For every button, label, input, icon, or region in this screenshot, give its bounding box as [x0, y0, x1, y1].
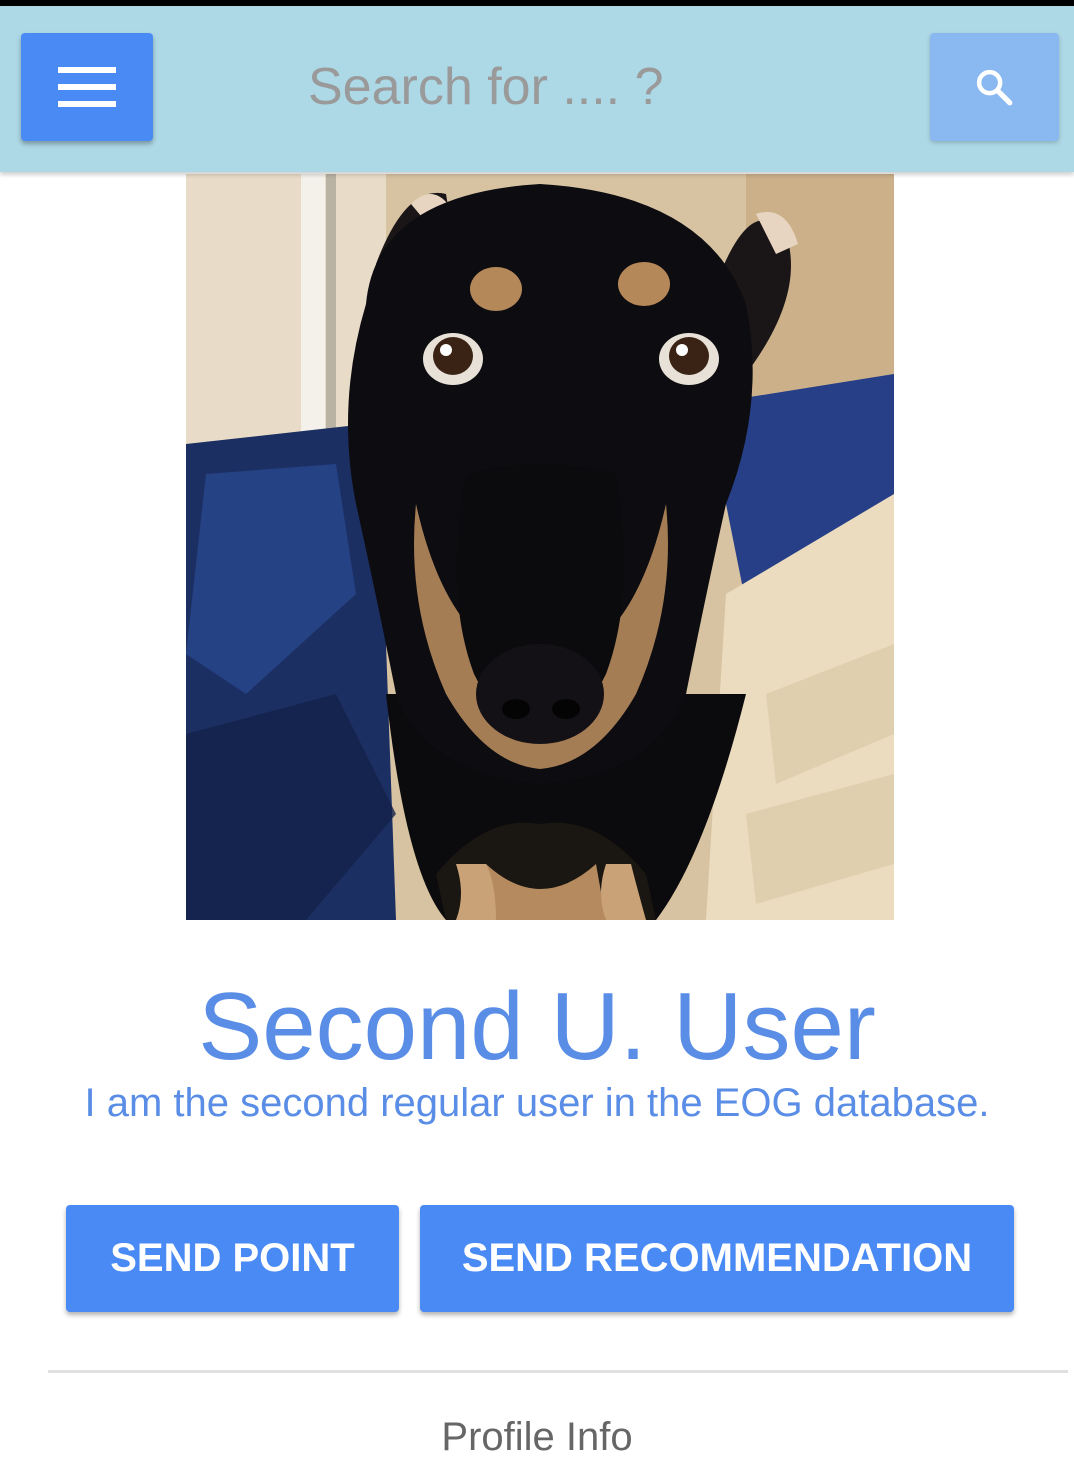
divider: [48, 1370, 1068, 1373]
search-button[interactable]: [930, 33, 1059, 141]
profile-photo: [186, 174, 894, 920]
send-point-button[interactable]: SEND POINT: [66, 1205, 399, 1312]
search-input[interactable]: [300, 46, 860, 128]
search-icon: [976, 69, 1013, 106]
app-bar: [0, 6, 1074, 172]
send-recommendation-button[interactable]: SEND RECOMMENDATION: [420, 1205, 1014, 1312]
user-bio: I am the second regular user in the EOG …: [84, 1081, 990, 1125]
profile-info-section-title: Profile Info: [441, 1415, 633, 1459]
menu-button[interactable]: [21, 33, 153, 141]
user-name: Second U. User: [198, 973, 876, 1080]
